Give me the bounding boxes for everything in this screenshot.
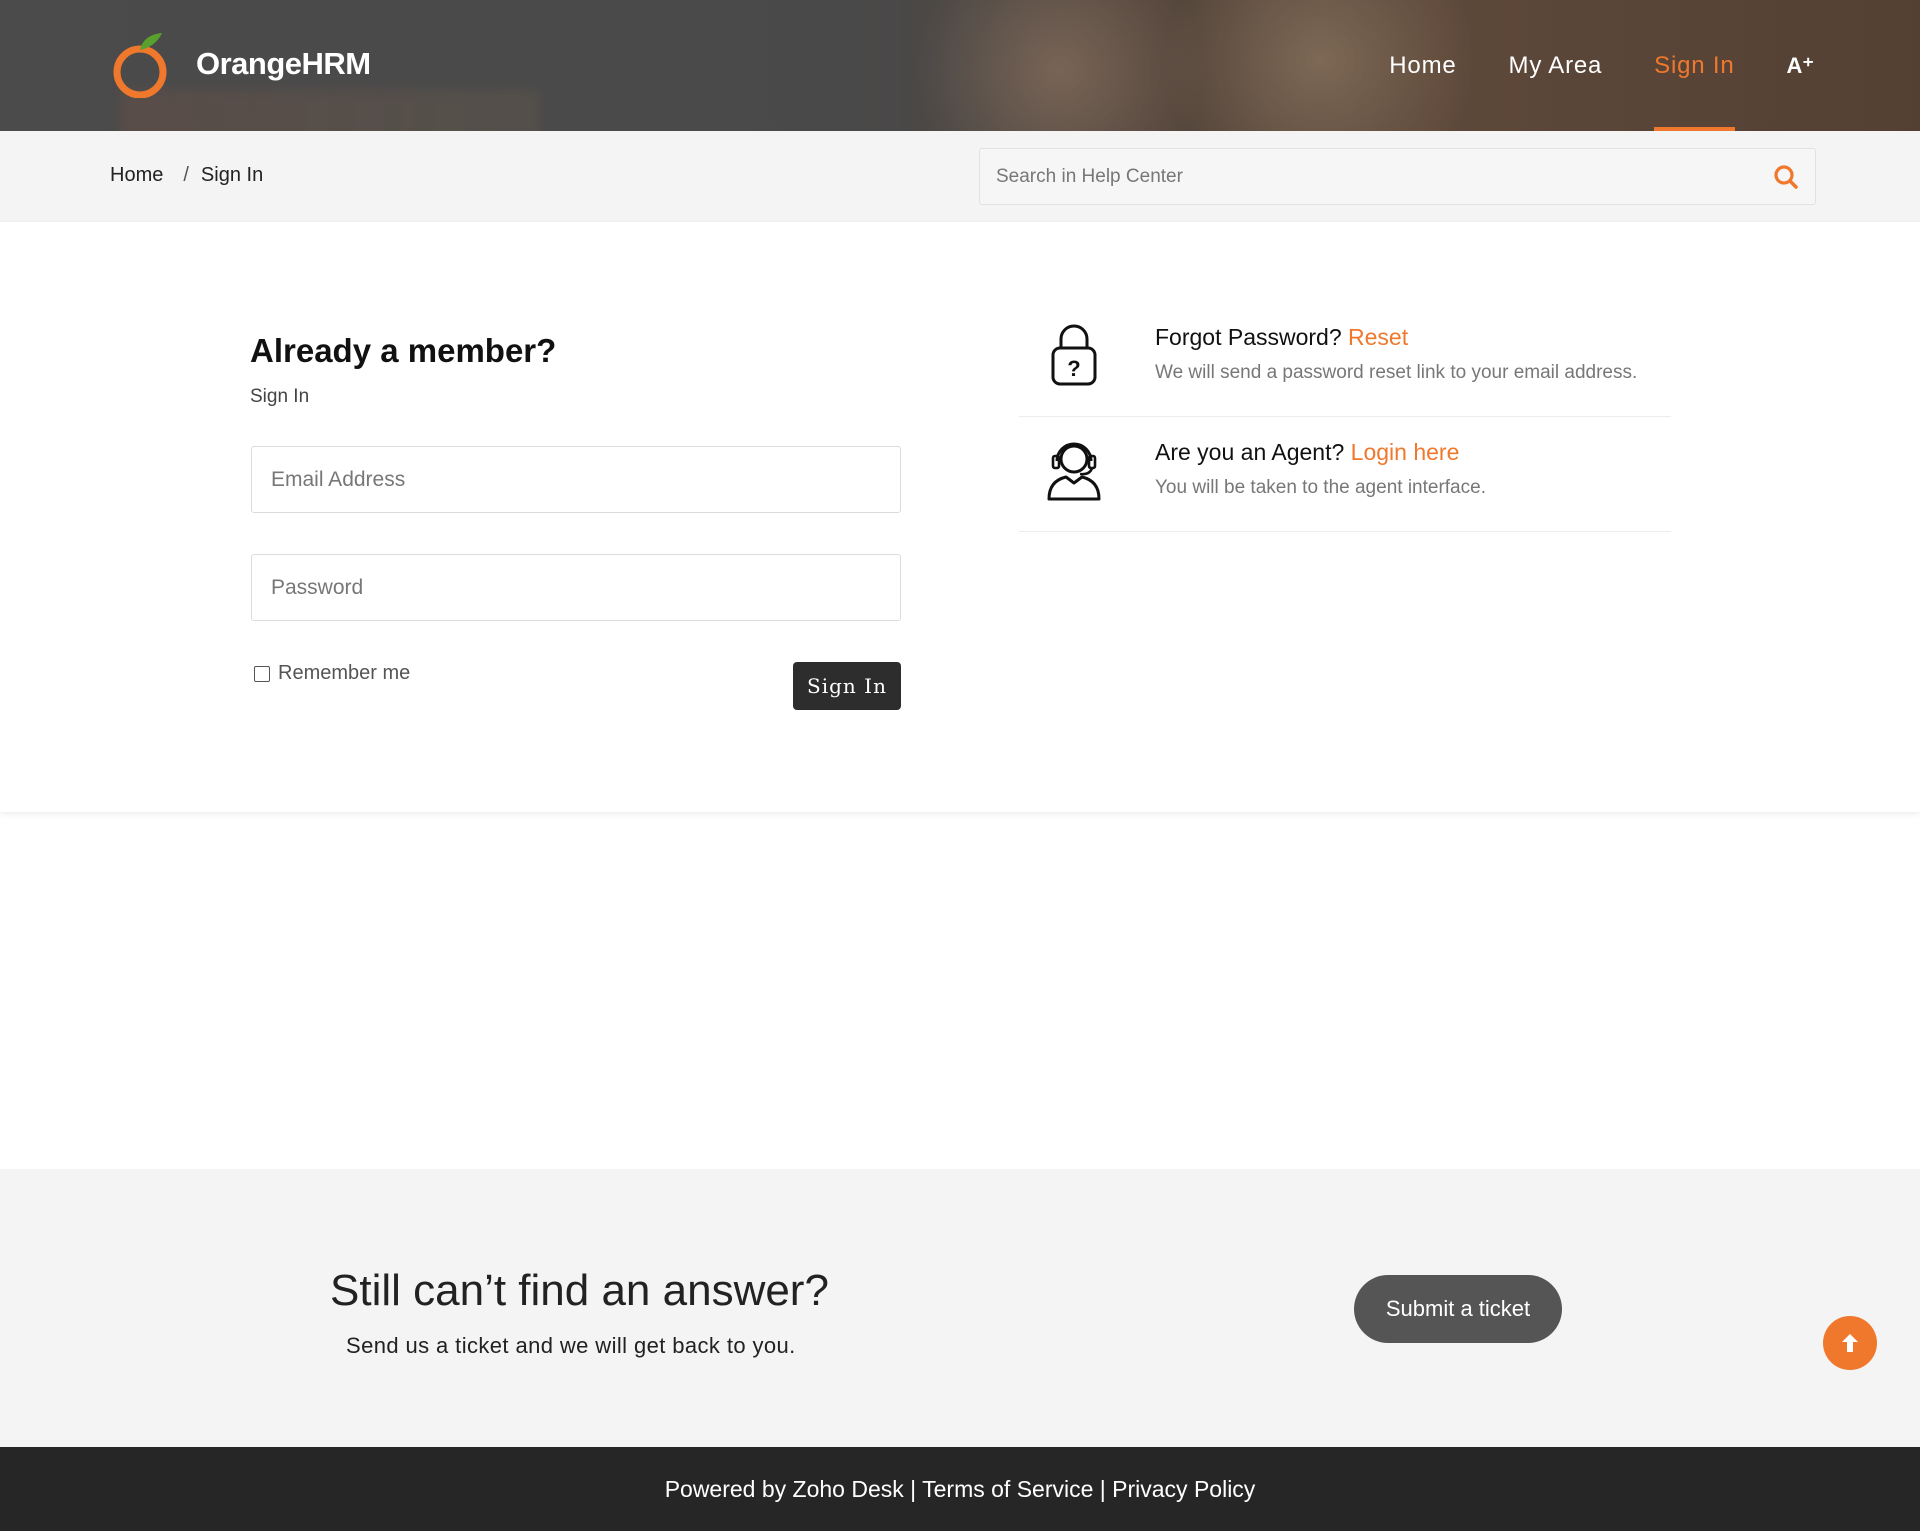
- agent-question: Are you an Agent?: [1155, 439, 1345, 465]
- terms-link[interactable]: Terms of Service: [922, 1476, 1093, 1502]
- forgot-password-question: Forgot Password?: [1155, 324, 1342, 350]
- forgot-password-item: ? Forgot Password? Reset We will send a …: [1019, 302, 1671, 417]
- breadcrumb-separator: /: [183, 164, 189, 186]
- main-nav: Home My Area Sign In A⁺: [1337, 0, 1814, 131]
- page-title: Already a member?: [250, 332, 557, 369]
- orange-logo-icon: [110, 30, 172, 99]
- agent-description: You will be taken to the agent interface…: [1155, 477, 1486, 498]
- footer-separator: |: [1099, 1476, 1106, 1502]
- nav-my-area[interactable]: My Area: [1509, 0, 1603, 131]
- password-input[interactable]: [252, 555, 900, 620]
- brand-name: OrangeHRM: [196, 46, 371, 81]
- email-input[interactable]: [252, 447, 900, 512]
- email-field: [251, 446, 901, 513]
- agent-login-item: Are you an Agent? Login here You will be…: [1019, 417, 1671, 532]
- scroll-to-top-button[interactable]: [1823, 1316, 1877, 1370]
- arrow-up-icon: [1842, 1334, 1858, 1352]
- footer-separator: |: [910, 1476, 917, 1502]
- breadcrumb-bar: Home / Sign In: [0, 131, 1920, 222]
- privacy-link[interactable]: Privacy Policy: [1112, 1476, 1255, 1502]
- search-icon[interactable]: [1773, 164, 1799, 190]
- breadcrumb-home[interactable]: Home: [110, 164, 163, 186]
- agent-headline: Are you an Agent? Login here: [1155, 439, 1459, 466]
- help-search: [979, 148, 1816, 205]
- cta-title: Still can’t find an answer?: [330, 1266, 829, 1315]
- search-input[interactable]: [980, 149, 1740, 204]
- remember-me-label: Remember me: [278, 662, 411, 684]
- cta-subtitle: Send us a ticket and we will get back to…: [346, 1333, 796, 1358]
- site-header: OrangeHRM Home My Area Sign In A⁺: [0, 0, 1920, 131]
- site-footer: Powered by Zoho Desk | Terms of Service …: [0, 1447, 1920, 1531]
- font-size-icon[interactable]: A⁺: [1787, 53, 1815, 79]
- reset-link[interactable]: Reset: [1348, 324, 1408, 350]
- forgot-password-headline: Forgot Password? Reset: [1155, 324, 1408, 351]
- brand-logo[interactable]: OrangeHRM: [110, 30, 371, 99]
- nav-sign-in[interactable]: Sign In: [1654, 0, 1735, 131]
- page-subtitle: Sign In: [250, 386, 310, 407]
- svg-text:?: ?: [1067, 356, 1080, 381]
- sign-in-section: Already a member? Sign In Remember me Si…: [0, 222, 1920, 812]
- forgot-password-description: We will send a password reset link to yo…: [1155, 362, 1638, 383]
- headset-agent-icon: [1044, 435, 1104, 503]
- remember-me[interactable]: Remember me: [254, 662, 410, 685]
- ticket-cta-section: Still can’t find an answer? Send us a ti…: [0, 1169, 1920, 1447]
- password-field: [251, 554, 901, 621]
- submit-ticket-button[interactable]: Submit a ticket: [1354, 1275, 1562, 1343]
- sign-in-button[interactable]: Sign In: [793, 662, 901, 710]
- powered-by-link[interactable]: Powered by Zoho Desk: [665, 1476, 904, 1502]
- breadcrumb-current: Sign In: [200, 164, 264, 186]
- agent-login-link[interactable]: Login here: [1351, 439, 1460, 465]
- breadcrumb: Home / Sign In: [110, 164, 263, 187]
- nav-home[interactable]: Home: [1389, 0, 1456, 131]
- lock-question-icon: ?: [1044, 320, 1104, 388]
- remember-me-checkbox[interactable]: [254, 665, 270, 682]
